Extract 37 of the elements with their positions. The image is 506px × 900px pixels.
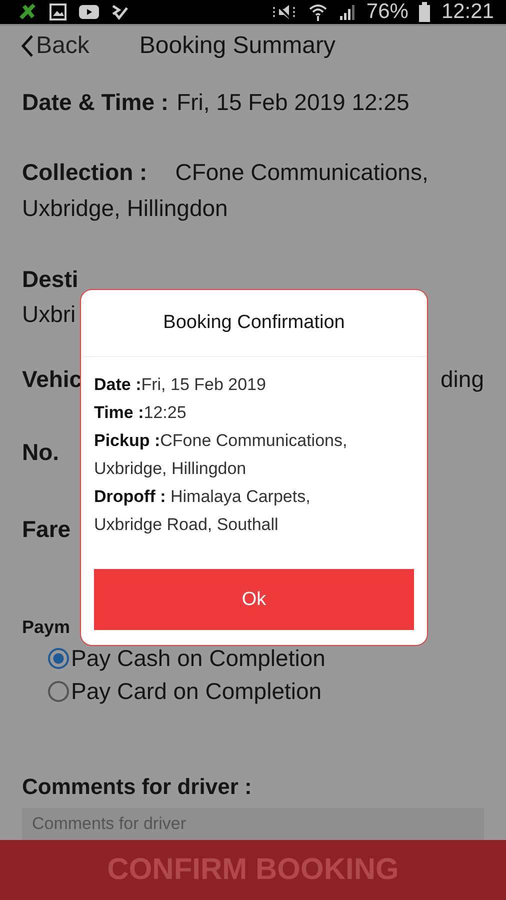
- image-icon: [49, 3, 67, 21]
- radio-option[interactable]: Pay Card on Completion: [48, 675, 322, 708]
- radio-label: Pay Cash on Completion: [71, 645, 326, 672]
- chevron-left-icon: [20, 34, 34, 58]
- field-label: Paym: [22, 617, 70, 638]
- mute-icon: [271, 3, 298, 21]
- battery-percentage: 76%: [366, 0, 408, 24]
- field-value: Fri, 15 Feb 2019 12:25: [176, 89, 410, 116]
- check-icon: [111, 3, 129, 21]
- comments-field[interactable]: Comments for driver: [22, 808, 484, 840]
- dialog-title: Booking Confirmation: [81, 290, 427, 357]
- field-label: Comments for driver :: [22, 774, 253, 800]
- back-button[interactable]: Back: [20, 32, 90, 60]
- app-icon: [18, 2, 38, 22]
- clock: 12:21: [441, 0, 494, 24]
- battery-icon: [419, 2, 430, 22]
- field-value: Uxbri: [22, 300, 76, 329]
- wifi-icon: [308, 3, 328, 21]
- ok-button[interactable]: Ok: [94, 569, 414, 630]
- field-value: ding: [440, 366, 484, 393]
- collection-line: Collection : CFone Communications, Uxbridge, Hillingdon: [22, 158, 430, 223]
- signal-icon: [339, 3, 356, 21]
- detail-line: Date :Fri, 15 Feb 2019: [94, 374, 267, 396]
- field-label: Desti: [22, 265, 78, 294]
- field-label: Vehic: [22, 366, 82, 393]
- radio-option[interactable]: Pay Cash on Completion: [48, 642, 326, 675]
- video-icon: [78, 4, 100, 20]
- radio-button[interactable]: [48, 681, 69, 702]
- detail-line: Dropoff : Himalaya Carpets, Uxbridge Road, Southall: [94, 486, 312, 536]
- screen-title: Booking Summary: [139, 32, 336, 60]
- detail-line: Time :12:25: [94, 402, 188, 424]
- field-label: No.: [22, 439, 60, 466]
- radio-label: Pay Card on Completion: [71, 678, 322, 705]
- field-label: Fare: [22, 516, 71, 543]
- radio-button[interactable]: [48, 648, 69, 669]
- detail-line: Pickup :CFone Communications, Uxbridge, Hillingdon: [94, 430, 348, 480]
- field-label: Date & Time :: [22, 89, 169, 116]
